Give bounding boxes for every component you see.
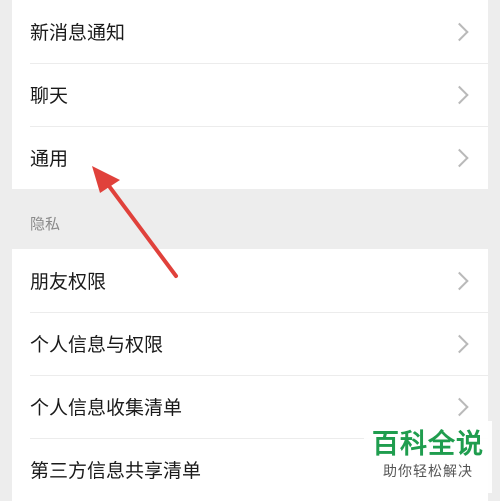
watermark-subtitle: 助你轻松解决 — [383, 464, 473, 480]
chevron-right-icon — [450, 85, 469, 104]
settings-item-label: 朋友权限 — [30, 271, 107, 293]
settings-group-general: 新消息通知 聊天 通用 — [12, 0, 488, 189]
section-header-label: 隐私 — [30, 215, 61, 233]
chevron-right-icon — [450, 397, 469, 416]
settings-item-label: 通用 — [30, 148, 69, 170]
settings-item-personal-info-permissions[interactable]: 个人信息与权限 — [12, 312, 488, 375]
chevron-right-icon — [450, 271, 469, 290]
settings-item-general[interactable]: 通用 — [12, 126, 488, 189]
chevron-right-icon — [450, 148, 469, 167]
settings-item-friend-permissions[interactable]: 朋友权限 — [12, 249, 488, 312]
chevron-right-icon — [450, 334, 469, 353]
settings-item-label: 新消息通知 — [30, 22, 126, 44]
settings-item-label: 个人信息与权限 — [30, 334, 164, 356]
section-header-privacy: 隐私 — [12, 189, 488, 249]
watermark-title: 百科全说 — [372, 429, 484, 460]
settings-item-label: 第三方信息共享清单 — [30, 460, 202, 482]
chevron-right-icon — [450, 22, 469, 41]
settings-item-label: 聊天 — [30, 85, 69, 107]
watermark: 百科全说 助你轻松解决 — [364, 421, 492, 493]
settings-item-new-message-notification[interactable]: 新消息通知 — [12, 0, 488, 63]
settings-item-label: 个人信息收集清单 — [30, 397, 183, 419]
settings-item-chat[interactable]: 聊天 — [12, 63, 488, 126]
